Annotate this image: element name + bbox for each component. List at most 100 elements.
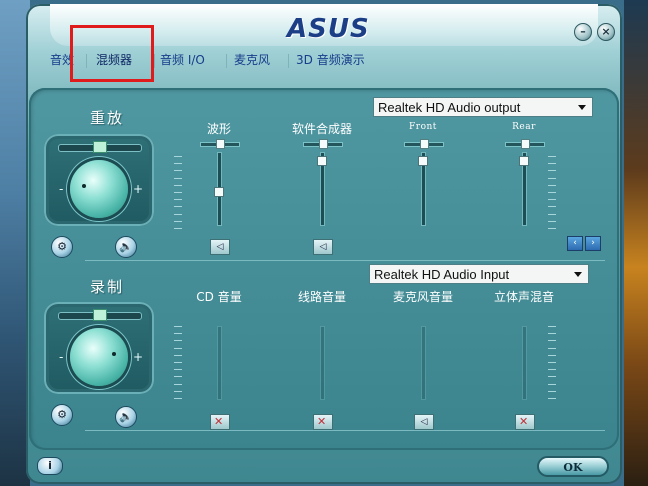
record-balance-slider[interactable] [58,309,142,321]
channel-balance-slider[interactable] [200,139,240,149]
scale-tick [548,199,556,201]
minimize-button[interactable]: – [574,23,592,41]
record-channel-label: CD 音量 [196,290,242,304]
desktop-background-right [624,0,648,486]
playback-mute-button[interactable]: 🔈 [115,236,137,258]
scale-tick [174,390,182,392]
knob-minus: - [59,350,64,364]
tab-microphone[interactable]: 麦克风 [234,50,270,70]
scale-tick [548,340,556,342]
playback-channel-label: Front [409,122,437,132]
playback-scale-ticks [548,156,556,229]
scale-tick [548,333,556,335]
playback-channel-label: 波形 [206,122,231,136]
record-volume-slider[interactable] [217,326,222,400]
record-volume-slider[interactable] [421,326,426,400]
record-volume-knob[interactable] [70,328,128,386]
section-divider [85,430,605,431]
scale-tick [174,347,182,349]
scale-tick [548,362,556,363]
playback-settings-button[interactable]: ⚙ [51,236,73,258]
record-device-select[interactable]: Realtek HD Audio Input [369,264,589,284]
scale-tick [548,170,556,172]
record-balance-thumb[interactable] [93,309,107,321]
channel-volume-thumb[interactable] [214,186,224,197]
scale-tick [548,376,556,378]
channel-mute-button[interactable]: ◁ [210,239,230,255]
scale-tick [548,347,556,349]
info-button[interactable]: i [37,457,63,475]
playback-scale-ticks [174,156,182,229]
record-mute-button[interactable]: 🔈 [115,406,137,428]
scale-tick [174,340,182,342]
scale-tick [174,228,182,229]
channel-balance-slider[interactable] [404,139,444,149]
record-muted-button[interactable] [515,414,535,430]
tab-separator [154,54,155,68]
scale-tick [174,163,182,165]
record-scale-ticks [174,326,182,399]
playback-title: 重放 [90,109,125,127]
tab-audio-io[interactable]: 音频 I/O [160,50,205,70]
scroll-left-button[interactable]: ‹ [567,236,583,251]
tab-3d-audio-demo[interactable]: 3D 音频演示 [296,50,365,70]
channel-balance-slider[interactable] [303,139,343,149]
scale-tick [548,184,556,186]
scale-tick [174,184,182,186]
scale-tick [548,354,556,356]
record-master-control: - + [44,302,154,394]
record-channel-label: 立体声混音 [493,290,554,304]
playback-balance-slider[interactable] [58,141,142,153]
mixer-tab-highlight [70,25,154,82]
channel-balance-thumb[interactable] [420,139,429,149]
playback-device-value: Realtek HD Audio output [378,100,521,115]
scale-tick [548,369,556,371]
tab-separator [288,54,289,68]
record-scale-ticks [548,326,556,399]
record-settings-button[interactable]: ⚙ [51,404,73,426]
scale-tick [548,206,556,208]
section-divider [85,260,605,261]
scale-tick [174,213,182,215]
record-mute-button[interactable]: ◁ [414,414,434,430]
scale-tick [174,177,182,179]
scale-tick [174,326,182,327]
scale-tick [548,390,556,392]
channel-balance-thumb[interactable] [319,139,328,149]
record-title: 录制 [90,278,125,296]
record-muted-button[interactable] [210,414,230,430]
knob-indicator [112,352,116,356]
asus-audio-window: ASUS – × 音效 混频器 音频 I/O 麦克风 3D 音频演示 重放 - … [26,4,622,484]
channel-volume-thumb[interactable] [519,155,529,166]
scale-tick [174,156,182,157]
scale-tick [548,228,556,229]
playback-master-control: - + [44,134,154,226]
channel-volume-thumb[interactable] [418,155,428,166]
record-volume-slider[interactable] [320,326,325,400]
tab-separator [226,54,227,68]
scroll-right-button[interactable]: › [585,236,601,251]
record-volume-slider[interactable] [522,326,527,400]
scale-tick [174,199,182,201]
channel-volume-thumb[interactable] [317,155,327,166]
scale-tick [174,383,182,385]
close-button[interactable]: × [597,23,615,41]
channel-balance-slider[interactable] [505,139,545,149]
scale-tick [174,376,182,378]
record-channel-label: 麦克风音量 [392,290,453,304]
playback-channel-label: 软件合成器 [291,122,352,136]
scale-tick [174,206,182,208]
playback-balance-thumb[interactable] [93,141,107,153]
channel-balance-thumb[interactable] [216,139,225,149]
scale-tick [548,383,556,385]
playback-device-select[interactable]: Realtek HD Audio output [373,97,593,117]
channel-balance-thumb[interactable] [521,139,530,149]
playback-volume-knob[interactable] [70,160,128,218]
knob-plus: + [133,182,144,196]
record-muted-button[interactable] [313,414,333,430]
scale-tick [174,220,182,222]
ok-button[interactable]: OK [537,456,609,477]
channel-mute-button[interactable]: ◁ [313,239,333,255]
scale-tick [174,192,182,193]
chevron-down-icon [574,272,582,277]
